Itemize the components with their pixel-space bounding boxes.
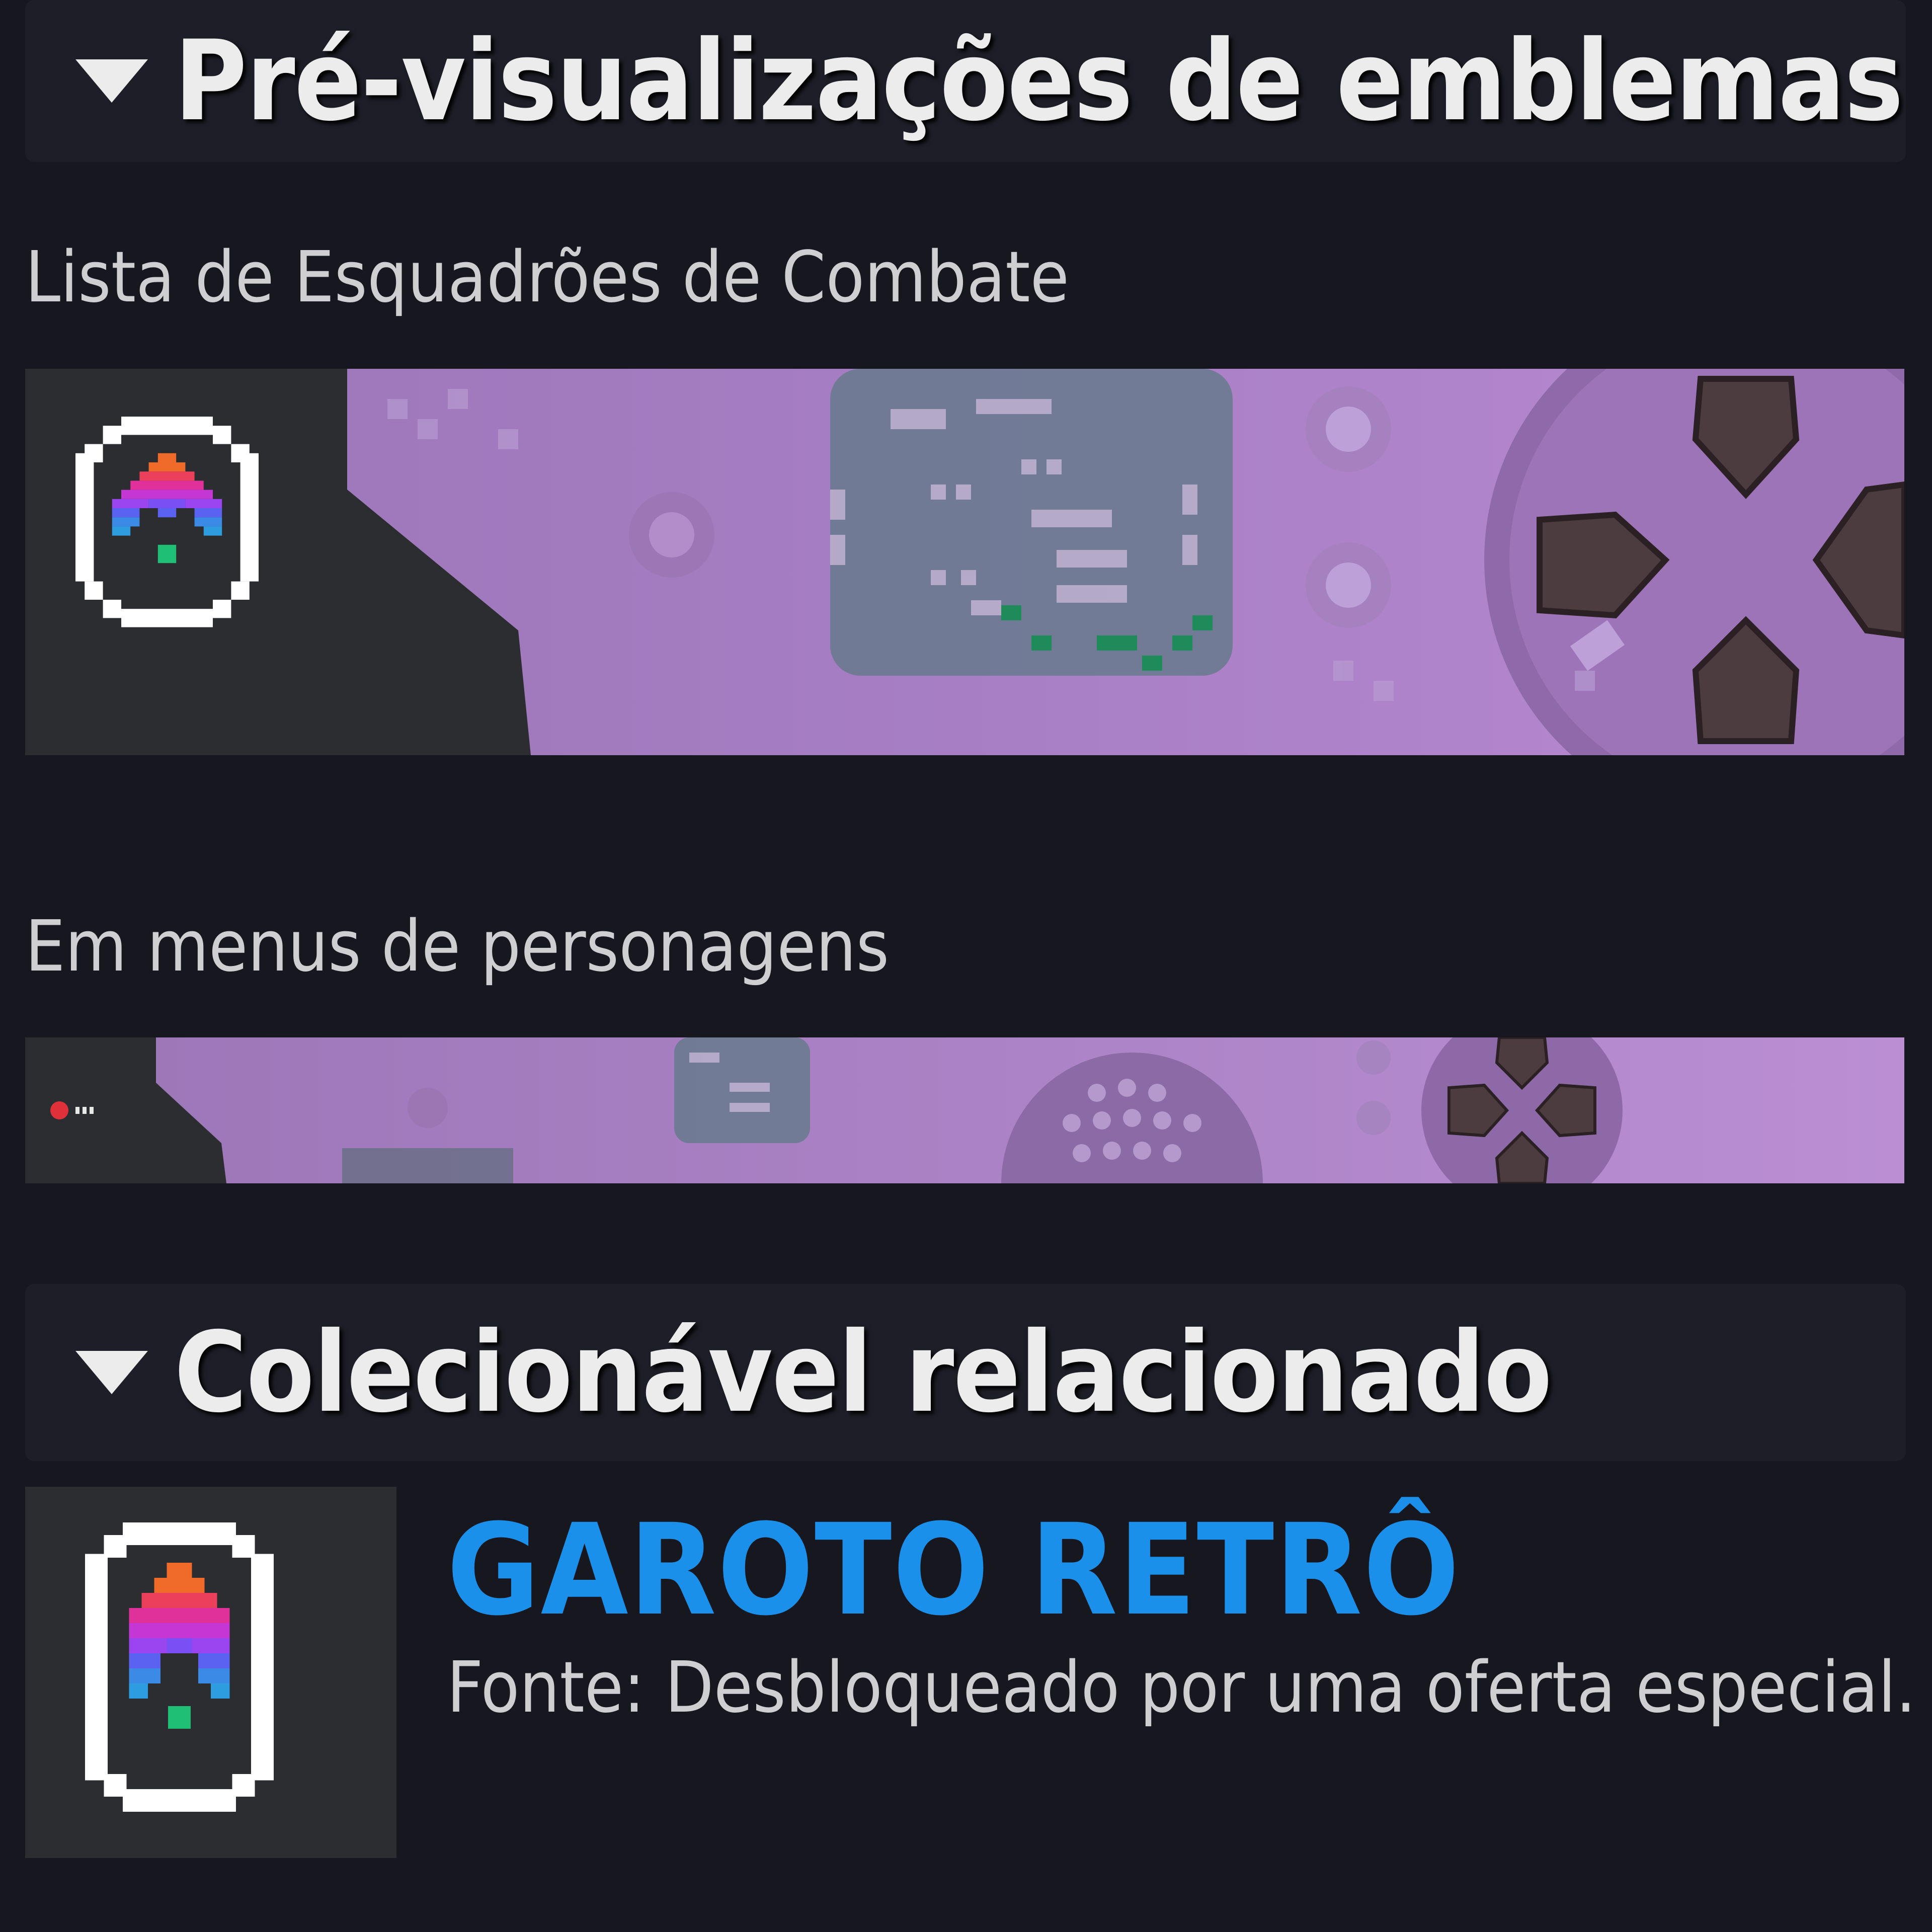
section-title: Colecionável relacionado [174, 1308, 1552, 1437]
caret-down-icon[interactable] [75, 59, 148, 103]
nameplate-banner-small [25, 1037, 1904, 1183]
collectible-emblem-thumbnail[interactable] [25, 1487, 396, 1858]
pixel-ship-emblem-icon [85, 1522, 274, 1812]
section-header-emblem-previews[interactable]: Pré-visualizações de emblemas [25, 0, 1906, 162]
section-title: Pré-visualizações de emblemas [174, 17, 1903, 145]
related-collectible[interactable]: GAROTO RETRÔ Fonte: Desbloqueado por uma… [25, 1487, 1916, 1859]
caret-down-icon[interactable] [75, 1351, 148, 1394]
collectible-name[interactable]: GAROTO RETRÔ [447, 1497, 1461, 1643]
character-menus-preview-label: Em menus de personagens [25, 906, 890, 988]
nameplate-banner-large [25, 369, 1904, 755]
collectible-source: Fonte: Desbloqueado por uma oferta espec… [447, 1647, 1916, 1729]
section-header-related-collectible[interactable]: Colecionável relacionado [25, 1284, 1906, 1461]
roster-preview-label: Lista de Esquadrões de Combate [25, 236, 1070, 318]
